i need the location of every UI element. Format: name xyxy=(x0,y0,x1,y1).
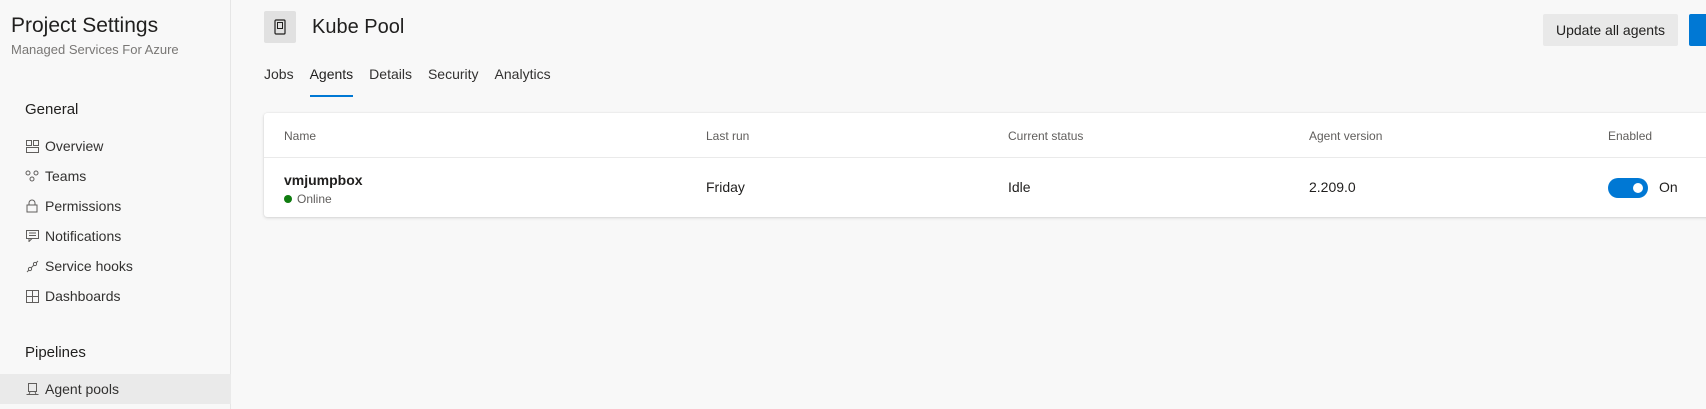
project-name: Managed Services For Azure xyxy=(11,42,179,57)
agent-status-text: Online xyxy=(297,192,332,206)
page-title: Kube Pool xyxy=(312,16,405,38)
sidebar-item-overview[interactable]: Overview xyxy=(0,131,231,161)
sidebar-item-label: Permissions xyxy=(45,198,122,214)
agent-pool-icon xyxy=(25,382,39,396)
agents-table: Name Last run Current status Agent versi… xyxy=(264,113,1706,217)
tab-details[interactable]: Details xyxy=(369,66,412,97)
tab-agents[interactable]: Agents xyxy=(309,66,354,97)
toggle-knob xyxy=(1633,183,1643,193)
sidebar-item-agent-pools[interactable]: Agent pools xyxy=(0,374,231,404)
update-all-agents-button[interactable]: Update all agents xyxy=(1543,14,1678,46)
notification-icon xyxy=(25,229,39,243)
agent-version-cell: 2.209.0 xyxy=(1309,179,1356,195)
online-status-icon xyxy=(284,195,292,203)
sidebar-item-teams[interactable]: Teams xyxy=(0,161,231,191)
sidebar: Project Settings Managed Services For Az… xyxy=(0,0,231,409)
tab-analytics[interactable]: Analytics xyxy=(495,66,551,97)
column-header-enabled[interactable]: Enabled xyxy=(1608,129,1652,143)
sidebar-item-notifications[interactable]: Notifications xyxy=(0,221,231,251)
sidebar-item-permissions[interactable]: Permissions xyxy=(0,191,231,221)
sidebar-item-service-hooks[interactable]: Service hooks xyxy=(0,251,231,281)
table-header: Name Last run Current status Agent versi… xyxy=(264,113,1706,158)
enabled-toggle-label: On xyxy=(1659,179,1678,195)
status-badge: Online xyxy=(284,192,332,206)
sidebar-item-label: Dashboards xyxy=(45,288,121,304)
primary-action-button[interactable] xyxy=(1689,14,1706,46)
sidebar-item-dashboards[interactable]: Dashboards xyxy=(0,281,231,311)
teams-icon xyxy=(25,169,39,183)
column-header-current-status[interactable]: Current status xyxy=(1008,129,1083,143)
overview-icon xyxy=(25,139,39,153)
last-run-cell: Friday xyxy=(706,179,745,195)
settings-title: Project Settings xyxy=(11,14,159,37)
sidebar-item-label: Notifications xyxy=(45,228,122,244)
sidebar-item-label: Service hooks xyxy=(45,258,133,274)
service-hooks-icon xyxy=(25,259,39,273)
main-content: Kube Pool Update all agents Jobs Agents … xyxy=(232,0,1706,409)
lock-icon xyxy=(25,199,39,213)
sidebar-item-label: Teams xyxy=(45,168,87,184)
column-header-last-run[interactable]: Last run xyxy=(706,129,749,143)
dashboard-icon xyxy=(25,289,39,303)
sidebar-item-label: Agent pools xyxy=(45,381,119,397)
column-header-name[interactable]: Name xyxy=(284,129,316,143)
tab-jobs[interactable]: Jobs xyxy=(264,66,294,97)
agent-pool-icon xyxy=(264,11,296,43)
column-header-agent-version[interactable]: Agent version xyxy=(1309,129,1382,143)
section-pipelines: Pipelines xyxy=(25,344,86,361)
tab-bar: Jobs Agents Details Security Analytics xyxy=(264,66,567,97)
enabled-toggle[interactable] xyxy=(1608,178,1648,198)
current-status-cell: Idle xyxy=(1008,179,1031,195)
agent-name[interactable]: vmjumpbox xyxy=(284,172,363,188)
tab-security[interactable]: Security xyxy=(428,66,479,97)
sidebar-item-label: Overview xyxy=(45,138,104,154)
section-general: General xyxy=(25,101,79,118)
